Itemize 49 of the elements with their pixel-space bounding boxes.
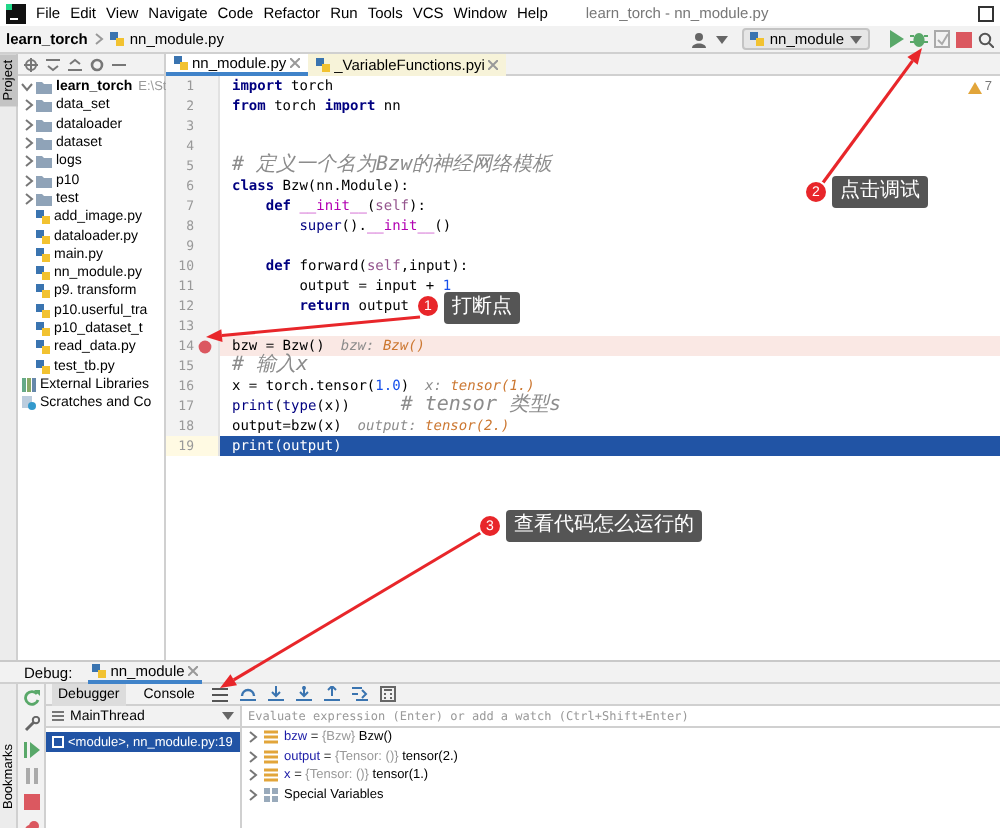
close-icon[interactable] [488,60,499,70]
search-icon[interactable] [978,31,994,47]
step-into-icon[interactable] [296,686,313,702]
maximize-icon[interactable] [978,5,994,21]
callout-label: 点击调试 [832,176,928,208]
caret-icon [850,35,862,43]
settings-icon[interactable] [90,57,104,71]
step-over-icon[interactable] [268,686,285,702]
scratch-file-icon [22,396,36,411]
python-file-icon [749,32,764,46]
frame-icon [52,736,64,748]
code-line: # 输入x [232,356,309,376]
variable-icon [264,749,278,764]
python-file-icon [92,663,107,677]
breakpoint-icon[interactable] [197,339,211,353]
python-file-icon [174,56,188,70]
python-file-icon [109,32,124,46]
python-file-icon [316,58,331,72]
debug-icon[interactable] [910,30,928,48]
show-execution-point-icon[interactable] [240,686,257,702]
caret-icon [222,712,234,720]
collapse-all-icon[interactable] [68,57,82,71]
step-out-icon[interactable] [324,686,341,702]
run-icon[interactable] [888,30,904,48]
library-icon [22,377,36,392]
callout-label: 打断点 [444,292,520,324]
menu-icon[interactable] [212,687,229,701]
locate-icon[interactable] [24,57,38,71]
stop-icon[interactable] [23,794,39,810]
callout-label: 查看代码怎么运行的 [506,510,702,542]
variable-icon [264,730,278,745]
close-icon[interactable] [290,58,301,68]
close-icon[interactable] [188,665,199,675]
resume-icon[interactable] [23,742,39,758]
chevron-down-icon[interactable] [20,82,34,93]
chevron-right-icon [93,32,104,46]
stop-icon[interactable] [956,31,972,47]
warning-icon [968,81,983,93]
grid-icon [264,787,278,802]
caret-icon [715,35,728,43]
user-icon[interactable] [691,31,710,47]
wrench-icon[interactable] [23,716,39,732]
code-line: # 定义一个名为Bzw的神经网络模板 [232,156,553,176]
thread-icon [52,710,64,722]
run-to-cursor-icon[interactable] [352,686,369,702]
restart-icon[interactable] [23,690,39,706]
evaluate-icon[interactable] [380,686,397,702]
variable-icon [264,768,278,783]
expand-all-icon[interactable] [46,57,60,71]
